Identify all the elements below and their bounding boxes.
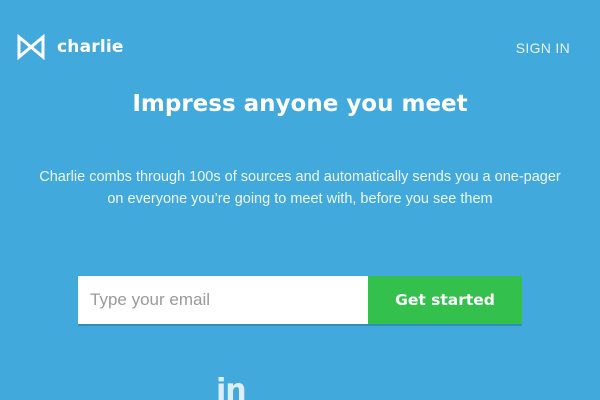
- brand-name: charlie: [57, 37, 124, 57]
- hero-description: Charlie combs through 100s of sources an…: [39, 169, 561, 207]
- site-header: charlie SIGN IN: [0, 0, 600, 96]
- get-started-button[interactable]: Get started: [368, 276, 522, 324]
- email-input[interactable]: [78, 276, 368, 324]
- bowtie-logo-icon: [17, 34, 45, 60]
- signup-form: Get started: [78, 276, 522, 326]
- brand-logo[interactable]: charlie: [16, 34, 124, 60]
- sign-in-link[interactable]: SIGN IN: [516, 40, 570, 56]
- linkedin-icon: in: [216, 373, 247, 400]
- page-headline: Impress anyone you meet: [132, 91, 468, 117]
